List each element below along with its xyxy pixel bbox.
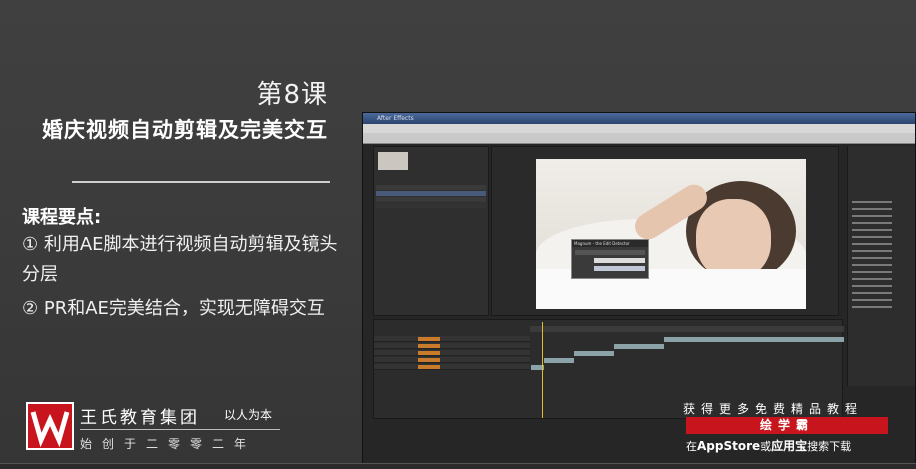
point-item-1: ① 利用AE脚本进行视频自动剪辑及镜头分层 (22, 234, 338, 285)
ae-effect-item (852, 201, 892, 203)
ae-effect-item (852, 292, 892, 294)
promo-or: 或 (760, 440, 772, 453)
magnum-dialog-title: Magnum - the Edit Detector (572, 240, 648, 247)
ae-effect-item (852, 243, 892, 245)
promo-prefix: 在 (686, 440, 697, 453)
ae-effect-item (852, 215, 892, 217)
magnum-dialog-row (575, 250, 645, 255)
promo-store-2: 应用宝 (771, 439, 808, 453)
brand-name: 王氏教育集团 (80, 408, 200, 428)
ae-effect-item (852, 222, 892, 224)
ae-project-thumbnail (378, 152, 408, 170)
ae-effect-item (852, 271, 892, 273)
ae-toolbar (363, 133, 915, 144)
ae-effect-item (852, 236, 892, 238)
ae-layer-row (374, 343, 530, 349)
slide-background: 第8课 婚庆视频自动剪辑及完美交互 课程要点: ① 利用AE脚本进行视频自动剪辑… (0, 0, 916, 469)
brand-logo-icon (30, 411, 70, 448)
ae-layer-clip (664, 337, 844, 342)
lesson-number: 第8课 (256, 80, 328, 110)
promo-site-badge: 绘学霸 (686, 417, 888, 434)
ae-layer-row (374, 357, 530, 363)
ae-layer-label (418, 351, 440, 355)
ae-project-row (376, 191, 486, 196)
brand-founded: 始创于二零零二年 (80, 437, 257, 451)
ae-effect-item (852, 299, 892, 301)
ae-layer-label (418, 337, 440, 341)
ae-project-row (376, 197, 486, 202)
ae-playhead (542, 322, 543, 418)
ae-effects-panel (847, 146, 915, 386)
ae-project-row (376, 185, 486, 190)
promo-store-1: AppStore (697, 439, 761, 453)
ae-effect-item (852, 229, 892, 231)
magnum-dialog-button (594, 266, 645, 271)
ae-effect-item (852, 278, 892, 280)
ae-project-panel (373, 146, 489, 316)
ae-composition-panel: Magnum - the Edit Detector (491, 146, 839, 316)
title-divider (72, 181, 330, 183)
brand-motto: 以人为本 (224, 408, 273, 422)
promo-line-1: 获得更多免费精品教程 (683, 402, 864, 416)
ae-layer-label (418, 358, 440, 362)
ae-effect-item (852, 285, 892, 287)
ae-effect-item (852, 264, 892, 266)
points-heading: 课程要点: (22, 207, 102, 228)
magnum-dialog: Magnum - the Edit Detector (571, 239, 649, 279)
ae-titlebar: After Effects (363, 113, 915, 124)
ae-layer-row (374, 350, 530, 356)
brand-logo (26, 402, 74, 450)
ae-composition-viewer: Magnum - the Edit Detector (536, 159, 806, 309)
magnum-dialog-field (594, 258, 645, 263)
ae-effect-item (852, 250, 892, 252)
promo-line-2: 在AppStore或应用宝搜索下载 (686, 437, 851, 454)
ae-layer-clip (574, 351, 614, 356)
ae-layer-row (374, 364, 530, 370)
ae-timeline-ruler (530, 326, 844, 332)
face-shape (696, 199, 771, 279)
ae-layer-row (374, 336, 530, 342)
ae-layer-clip (544, 358, 574, 363)
ae-layer-label (418, 344, 440, 348)
ae-layer-clip (614, 344, 664, 349)
ae-effect-item (852, 208, 892, 210)
ae-app-name: After Effects (377, 115, 414, 122)
point-item-2: ② PR和AE完美结合，实现无障碍交互 (22, 298, 325, 319)
ae-effect-item (852, 306, 892, 308)
ae-effect-item (852, 257, 892, 259)
brand-divider (80, 429, 280, 430)
bottom-bar (0, 463, 916, 469)
lesson-title: 婚庆视频自动剪辑及完美交互 (42, 118, 328, 142)
ae-menubar (363, 124, 915, 133)
ae-layer-label (418, 365, 440, 369)
promo-suffix: 搜索下载 (807, 440, 852, 453)
ae-project-row (376, 203, 486, 208)
